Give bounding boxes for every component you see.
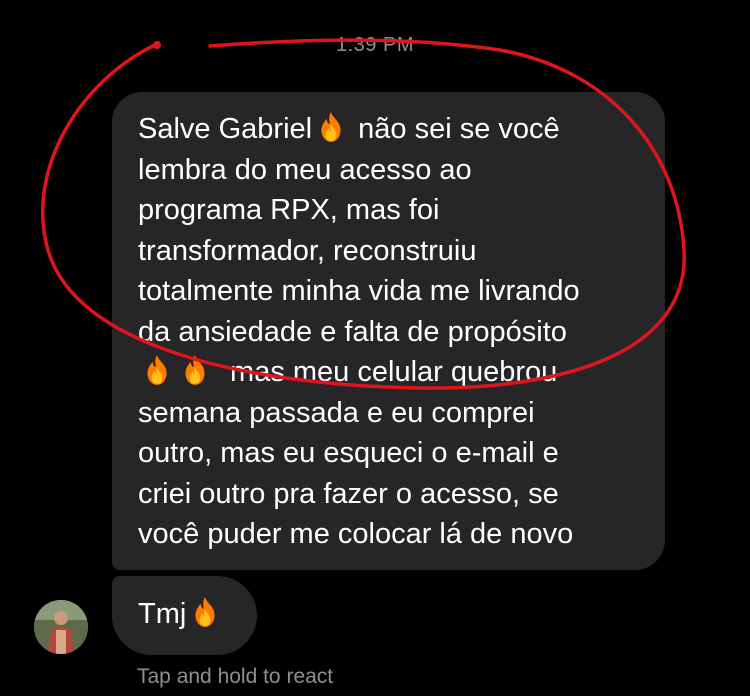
message-line: Salve Gabriel não sei se você (138, 109, 645, 150)
message-line: programa RPX, mas foi (138, 194, 440, 226)
message-text: mas meu celular quebrou (222, 356, 558, 388)
message-timestamp: 1:39 PM (336, 34, 414, 56)
message-bubble[interactable]: Tmj (112, 576, 257, 655)
message-text: Salve Gabriel (138, 113, 313, 145)
message-line: criei outro pra fazer o acesso, se (138, 477, 559, 510)
message-text: não sei se você (350, 113, 560, 145)
fire-emoji-icon (140, 353, 174, 387)
message-bubble[interactable]: Salve Gabriel não sei se você lembra do … (112, 92, 665, 570)
fire-emoji-icon (178, 353, 212, 387)
fire-emoji-icon (314, 110, 348, 144)
message-line: outro, mas eu esqueci o e-mail e (138, 437, 559, 469)
message-text: Tmj (138, 598, 187, 630)
user-avatar-icon (34, 600, 88, 654)
message-line: da ansiedade e falta de propósito (138, 315, 567, 348)
message-line: você puder me colocar lá de novo (138, 518, 574, 550)
user-avatar[interactable] (34, 600, 88, 654)
message-line: semana passada e eu comprei (138, 396, 535, 429)
message-line: totalmente minha vida me livrando (138, 275, 580, 307)
message-line: transformador, reconstruiu (138, 234, 477, 267)
message-line: lembra do meu acesso ao (138, 153, 472, 186)
react-hint: Tap and hold to react (137, 665, 334, 688)
fire-emoji-icon (188, 595, 222, 629)
message-line: mas meu celular quebrou (138, 352, 645, 393)
